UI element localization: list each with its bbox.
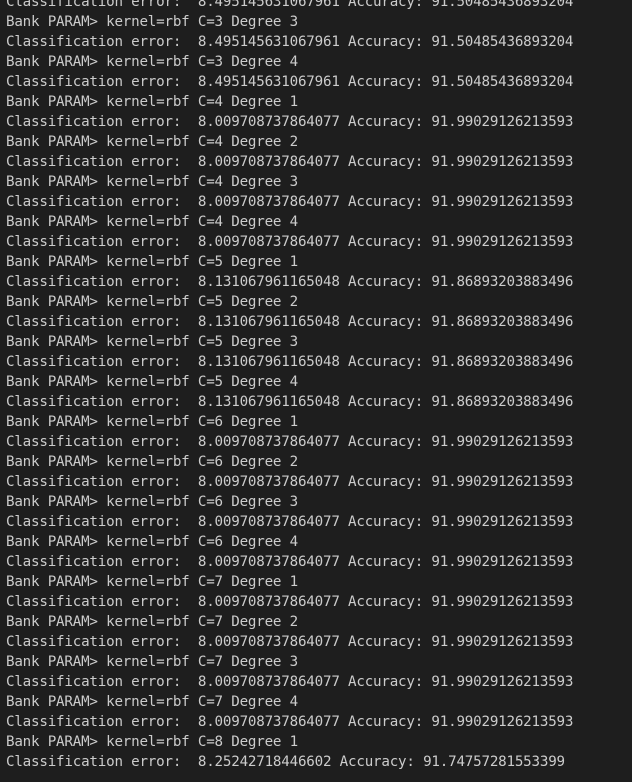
- output-line: Bank PARAM> kernel=rbf C=4 Degree 2: [6, 134, 298, 150]
- output-line: Bank PARAM> kernel=rbf C=4 Degree 4: [6, 214, 298, 230]
- output-line: Bank PARAM> kernel=rbf C=5 Degree 2: [6, 294, 298, 310]
- output-line: Bank PARAM> kernel=rbf C=5 Degree 4: [6, 374, 298, 390]
- output-line: Bank PARAM> kernel=rbf C=6 Degree 2: [6, 454, 298, 470]
- output-line: Classification error: 8.009708737864077 …: [6, 674, 574, 690]
- output-line: Bank PARAM> kernel=rbf C=6 Degree 4: [6, 534, 298, 550]
- output-line: Classification error: 8.009708737864077 …: [6, 154, 574, 170]
- output-line: Bank PARAM> kernel=rbf C=8 Degree 1: [6, 734, 298, 750]
- output-line: Bank PARAM> kernel=rbf C=3 Degree 3: [6, 14, 298, 30]
- output-line: Classification error: 8.131067961165048 …: [6, 274, 574, 290]
- output-line: Bank PARAM> kernel=rbf C=7 Degree 4: [6, 694, 298, 710]
- output-line: Bank PARAM> kernel=rbf C=7 Degree 3: [6, 654, 298, 670]
- output-line: Classification error: 8.009708737864077 …: [6, 194, 574, 210]
- output-line: Bank PARAM> kernel=rbf C=5 Degree 3: [6, 334, 298, 350]
- output-line: Classification error: 8.495145631067961 …: [6, 34, 574, 50]
- output-line: Classification error: 8.009708737864077 …: [6, 474, 574, 490]
- output-line: Classification error: 8.009708737864077 …: [6, 434, 574, 450]
- output-line: Classification error: 8.009708737864077 …: [6, 554, 574, 570]
- output-line: Bank PARAM> kernel=rbf C=3 Degree 4: [6, 54, 298, 70]
- output-line: Classification error: 8.131067961165048 …: [6, 354, 574, 370]
- output-line: Classification error: 8.009708737864077 …: [6, 114, 574, 130]
- output-line: Classification error: 8.009708737864077 …: [6, 714, 574, 730]
- terminal-output[interactable]: Classification error: 8.495145631067961 …: [0, 0, 632, 782]
- output-line: Classification error: 8.009708737864077 …: [6, 234, 574, 250]
- output-line: Classification error: 8.495145631067961 …: [6, 74, 574, 90]
- output-line: Bank PARAM> kernel=rbf C=4 Degree 3: [6, 174, 298, 190]
- output-line: Classification error: 8.25242718446602 A…: [6, 754, 565, 770]
- output-line: Classification error: 8.131067961165048 …: [6, 394, 574, 410]
- output-line: Classification error: 8.131067961165048 …: [6, 314, 574, 330]
- output-line: Bank PARAM> kernel=rbf C=6 Degree 1: [6, 414, 298, 430]
- output-line: Bank PARAM> kernel=rbf C=5 Degree 1: [6, 254, 298, 270]
- output-line: Classification error: 8.009708737864077 …: [6, 514, 574, 530]
- output-line: Bank PARAM> kernel=rbf C=7 Degree 2: [6, 614, 298, 630]
- output-line: Classification error: 8.009708737864077 …: [6, 634, 574, 650]
- output-line: Bank PARAM> kernel=rbf C=7 Degree 1: [6, 574, 298, 590]
- output-line: Classification error: 8.495145631067961 …: [6, 0, 574, 10]
- output-line: Bank PARAM> kernel=rbf C=4 Degree 1: [6, 94, 298, 110]
- output-line: Classification error: 8.009708737864077 …: [6, 594, 574, 610]
- output-line: Bank PARAM> kernel=rbf C=6 Degree 3: [6, 494, 298, 510]
